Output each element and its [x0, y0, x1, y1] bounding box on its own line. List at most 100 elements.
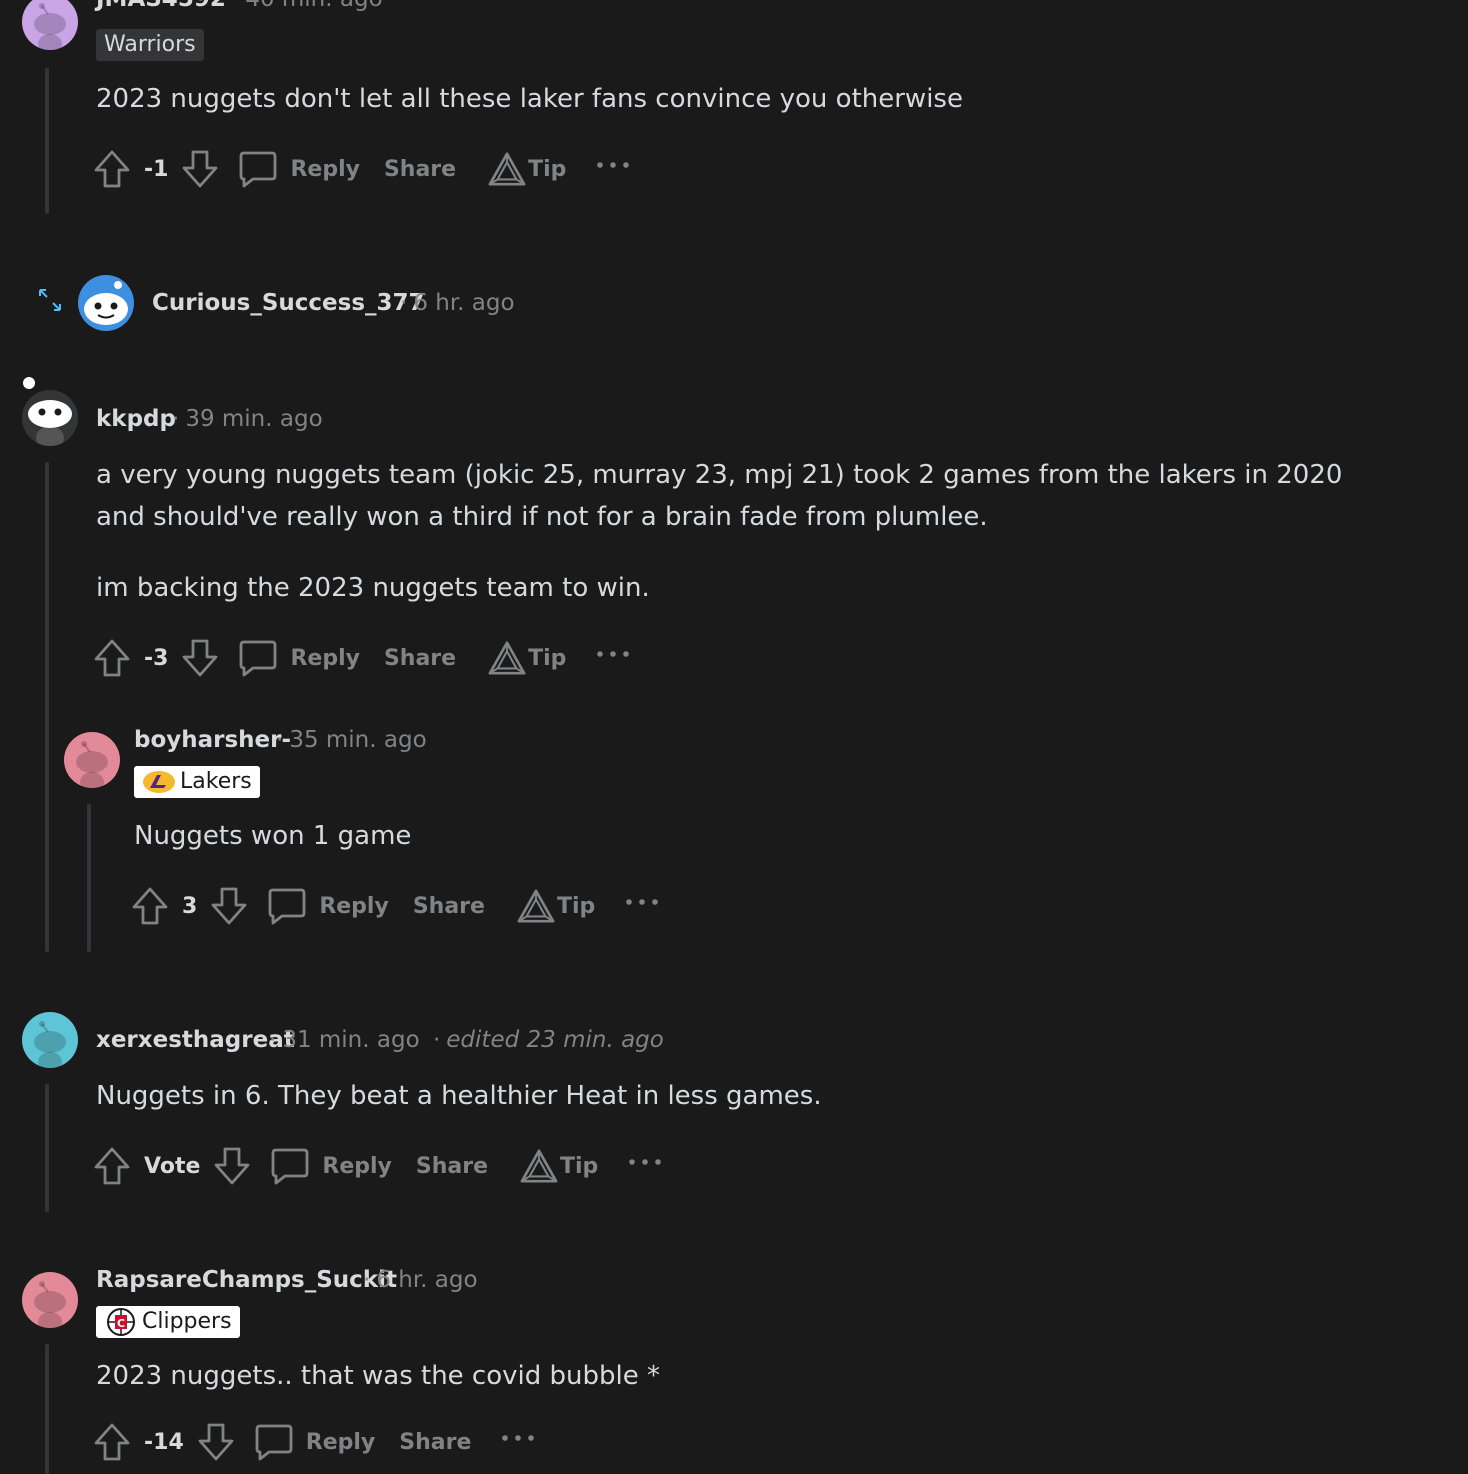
- comment-timestamp[interactable]: · 6 hr. ago: [394, 290, 515, 316]
- reply-button[interactable]: Reply: [306, 1430, 376, 1455]
- triangle-tip-icon[interactable]: [517, 887, 555, 925]
- thread-line[interactable]: [45, 1344, 49, 1474]
- comment-paragraph: a very young nuggets team (jokic 25, mur…: [96, 460, 1343, 532]
- triangle-tip-icon[interactable]: [488, 150, 526, 188]
- vote-score: -1: [144, 156, 169, 182]
- snoo-avatar-icon: [22, 1012, 78, 1068]
- flair-label: Clippers: [142, 1309, 232, 1334]
- comment-body: Nuggets in 6. They beat a healthier Heat…: [96, 1075, 1356, 1117]
- tip-button[interactable]: Tip: [557, 894, 595, 919]
- user-flair: C Clippers: [96, 1306, 240, 1338]
- tip-button[interactable]: Tip: [528, 646, 566, 671]
- comment-paragraph: im backing the 2023 nuggets team to win.: [96, 573, 650, 603]
- flair-label: Lakers: [180, 769, 252, 794]
- vote-score: Vote: [144, 1153, 201, 1179]
- thread-line[interactable]: [45, 68, 49, 214]
- comment-body: 2023 nuggets don't let all these laker f…: [96, 78, 1356, 120]
- comment-username[interactable]: kkpdp: [96, 406, 176, 432]
- user-flair: Lakers: [134, 766, 260, 798]
- user-flair: Warriors: [96, 29, 204, 61]
- comment-paragraph: 2023 nuggets.. that was the covid bubble…: [96, 1361, 660, 1391]
- timestamp-text: 35 min. ago: [289, 727, 427, 753]
- thread-line[interactable]: [87, 804, 91, 952]
- speech-bubble-icon[interactable]: [238, 149, 278, 189]
- arrow-down-icon[interactable]: [209, 886, 249, 926]
- timestamp-text: 6 hr. ago: [376, 1267, 478, 1293]
- comment-actions: -14 Reply Share: [92, 1420, 535, 1464]
- antenna-icon: [23, 377, 35, 389]
- comment-paragraph: Nuggets won 1 game: [134, 821, 412, 851]
- speech-bubble-icon[interactable]: [254, 1422, 294, 1462]
- comment-body: a very young nuggets team (jokic 25, mur…: [96, 454, 1366, 609]
- thread-line[interactable]: [45, 1084, 49, 1212]
- snoo-avatar-icon: [28, 400, 72, 446]
- comment-username[interactable]: JMAS4592: [96, 0, 226, 12]
- vote-score: -14: [144, 1429, 184, 1455]
- arrow-up-icon[interactable]: [92, 1422, 132, 1462]
- ellipsis-icon[interactable]: [596, 160, 630, 170]
- comment-timestamp[interactable]: · 6 hr. ago: [357, 1267, 478, 1293]
- edited-text: edited 23 min. ago: [446, 1027, 664, 1053]
- ellipsis-icon[interactable]: [501, 1433, 535, 1443]
- share-button[interactable]: Share: [399, 1430, 471, 1455]
- arrow-up-icon[interactable]: [130, 886, 170, 926]
- comment-username[interactable]: RapsareChamps_Suckit: [96, 1267, 397, 1293]
- speech-bubble-icon[interactable]: [238, 638, 278, 678]
- timestamp-text: 31 min. ago: [282, 1027, 420, 1053]
- comment-timestamp[interactable]: · 31 min. ago · edited 23 min. ago: [263, 1027, 664, 1053]
- snoo-avatar-icon: [22, 0, 78, 50]
- comment-username[interactable]: Curious_Success_377: [152, 290, 425, 316]
- arrow-up-icon[interactable]: [92, 638, 132, 678]
- tip-button[interactable]: Tip: [560, 1154, 598, 1179]
- comment-timestamp[interactable]: · 39 min. ago: [166, 406, 323, 432]
- ellipsis-icon[interactable]: [628, 1157, 662, 1167]
- avatar[interactable]: [22, 1012, 78, 1068]
- comment-body: Nuggets won 1 game: [134, 815, 1334, 857]
- comment-timestamp[interactable]: · 35 min. ago: [270, 727, 427, 753]
- thread-line[interactable]: [45, 462, 49, 952]
- avatar[interactable]: [78, 275, 134, 331]
- comment-timestamp[interactable]: ·40 min. ago: [226, 0, 383, 12]
- speech-bubble-icon[interactable]: [267, 886, 307, 926]
- comment-username[interactable]: boyharsher-: [134, 727, 291, 753]
- share-button[interactable]: Share: [384, 157, 456, 182]
- arrow-down-icon[interactable]: [180, 638, 220, 678]
- expand-arrows-icon[interactable]: [37, 287, 63, 313]
- share-button[interactable]: Share: [413, 894, 485, 919]
- comment-paragraph: Nuggets in 6. They beat a healthier Heat…: [96, 1081, 822, 1111]
- comment-actions: Vote Reply Share Tip: [92, 1144, 662, 1188]
- arrow-down-icon[interactable]: [212, 1146, 252, 1186]
- arrow-up-icon[interactable]: [92, 149, 132, 189]
- timestamp-text: 39 min. ago: [185, 406, 323, 432]
- share-button[interactable]: Share: [416, 1154, 488, 1179]
- snoo-avatar-icon: [22, 1272, 78, 1328]
- speech-bubble-icon[interactable]: [270, 1146, 310, 1186]
- flair-label: Warriors: [104, 32, 196, 57]
- triangle-tip-icon[interactable]: [520, 1147, 558, 1185]
- avatar[interactable]: [22, 0, 78, 50]
- reply-button[interactable]: Reply: [322, 1154, 392, 1179]
- triangle-tip-icon[interactable]: [488, 639, 526, 677]
- ellipsis-icon[interactable]: [596, 649, 630, 659]
- snoo-avatar-icon: [64, 732, 120, 788]
- avatar[interactable]: [22, 1272, 78, 1328]
- arrow-down-icon[interactable]: [180, 149, 220, 189]
- avatar[interactable]: [64, 732, 120, 788]
- tip-button[interactable]: Tip: [528, 157, 566, 182]
- arrow-down-icon[interactable]: [196, 1422, 236, 1462]
- comment-actions: -3 Reply Share Tip: [92, 636, 630, 680]
- share-button[interactable]: Share: [384, 646, 456, 671]
- vote-score: -3: [144, 645, 169, 671]
- vote-score: 3: [182, 893, 198, 919]
- comment-actions: 3 Reply Share Tip: [130, 884, 659, 928]
- reply-button[interactable]: Reply: [290, 646, 360, 671]
- clippers-logo-icon: C: [107, 1308, 135, 1336]
- arrow-up-icon[interactable]: [92, 1146, 132, 1186]
- comment-actions: -1 Reply Share Tip: [92, 147, 630, 191]
- reply-button[interactable]: Reply: [290, 157, 360, 182]
- avatar[interactable]: [22, 390, 78, 446]
- reply-button[interactable]: Reply: [319, 894, 389, 919]
- ellipsis-icon[interactable]: [625, 897, 659, 907]
- timestamp-text: 40 min. ago: [245, 0, 382, 12]
- timestamp-text: 6 hr. ago: [413, 290, 515, 316]
